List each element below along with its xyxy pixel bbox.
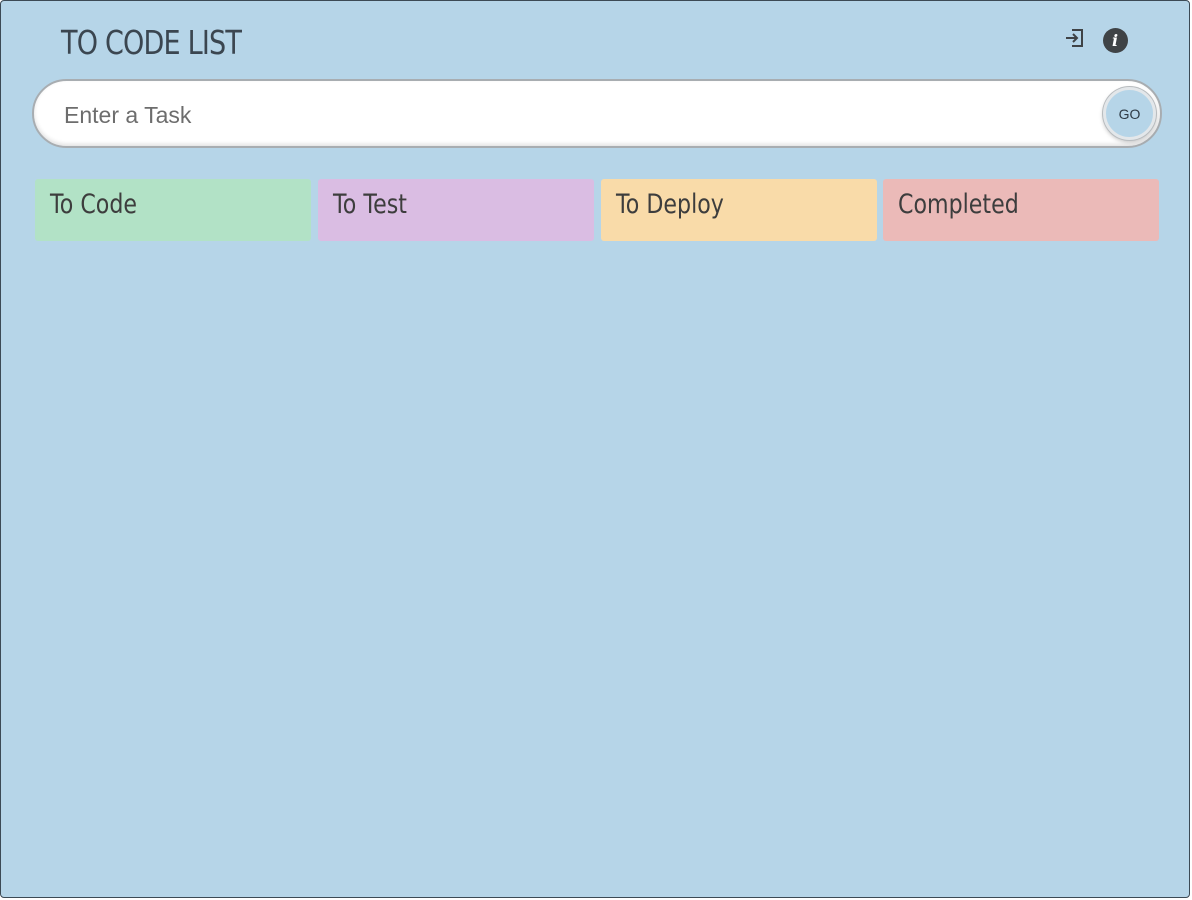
info-button[interactable]: i	[1102, 27, 1128, 53]
column-to-test[interactable]: To Test	[318, 179, 594, 241]
column-to-code[interactable]: To Code	[35, 179, 311, 241]
column-to-deploy[interactable]: To Deploy	[601, 179, 877, 241]
login-icon	[1064, 27, 1086, 53]
info-icon: i	[1102, 27, 1128, 53]
app-window: TO CODE LIST i GO To Code To Test To Dep…	[0, 0, 1190, 898]
kanban-columns: To Code To Test To Deploy Completed	[35, 179, 1159, 241]
task-input[interactable]	[62, 93, 1086, 137]
column-label: To Test	[333, 189, 407, 220]
login-button[interactable]	[1062, 27, 1088, 53]
app-title: TO CODE LIST	[61, 23, 242, 62]
column-completed[interactable]: Completed	[883, 179, 1159, 241]
column-label: To Code	[50, 189, 138, 220]
go-button[interactable]: GO	[1103, 87, 1156, 140]
column-label: Completed	[898, 189, 1019, 220]
task-entry-bar: GO	[32, 79, 1162, 148]
column-label: To Deploy	[616, 189, 724, 220]
